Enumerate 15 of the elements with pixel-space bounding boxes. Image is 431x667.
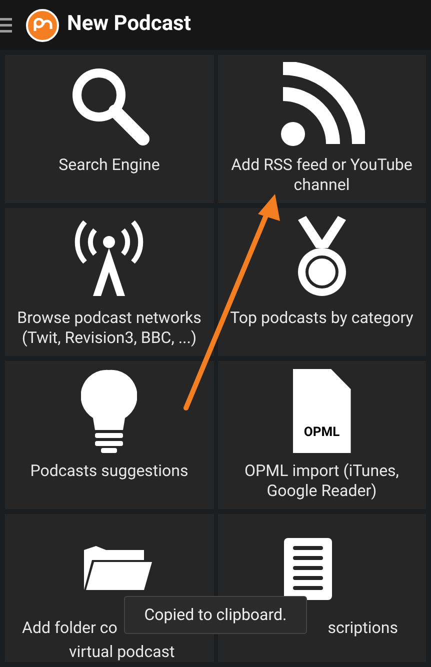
tile-label: scriptions bbox=[328, 618, 398, 638]
tile-label: Browse podcast networks bbox=[17, 308, 202, 328]
tile-label: OPML import (iTunes, bbox=[244, 461, 399, 481]
tile-label: Top podcasts by category bbox=[230, 308, 414, 328]
file-type-label: OPML bbox=[304, 426, 340, 439]
tile-label: channel bbox=[294, 175, 350, 195]
tile-label: Google Reader) bbox=[266, 481, 377, 501]
tile-label: Search Engine bbox=[58, 155, 160, 175]
toast: Copied to clipboard. bbox=[124, 596, 307, 634]
tile-label: virtual podcast bbox=[68, 642, 175, 662]
tile-label: Podcasts suggestions bbox=[30, 461, 188, 481]
app-title: New Podcast bbox=[67, 11, 191, 38]
tile-label: Add RSS feed or YouTube bbox=[231, 155, 412, 175]
tile-label: (Twit, Revision3, BBC, ...) bbox=[22, 328, 197, 348]
tile-label: Add folder co bbox=[22, 618, 118, 638]
